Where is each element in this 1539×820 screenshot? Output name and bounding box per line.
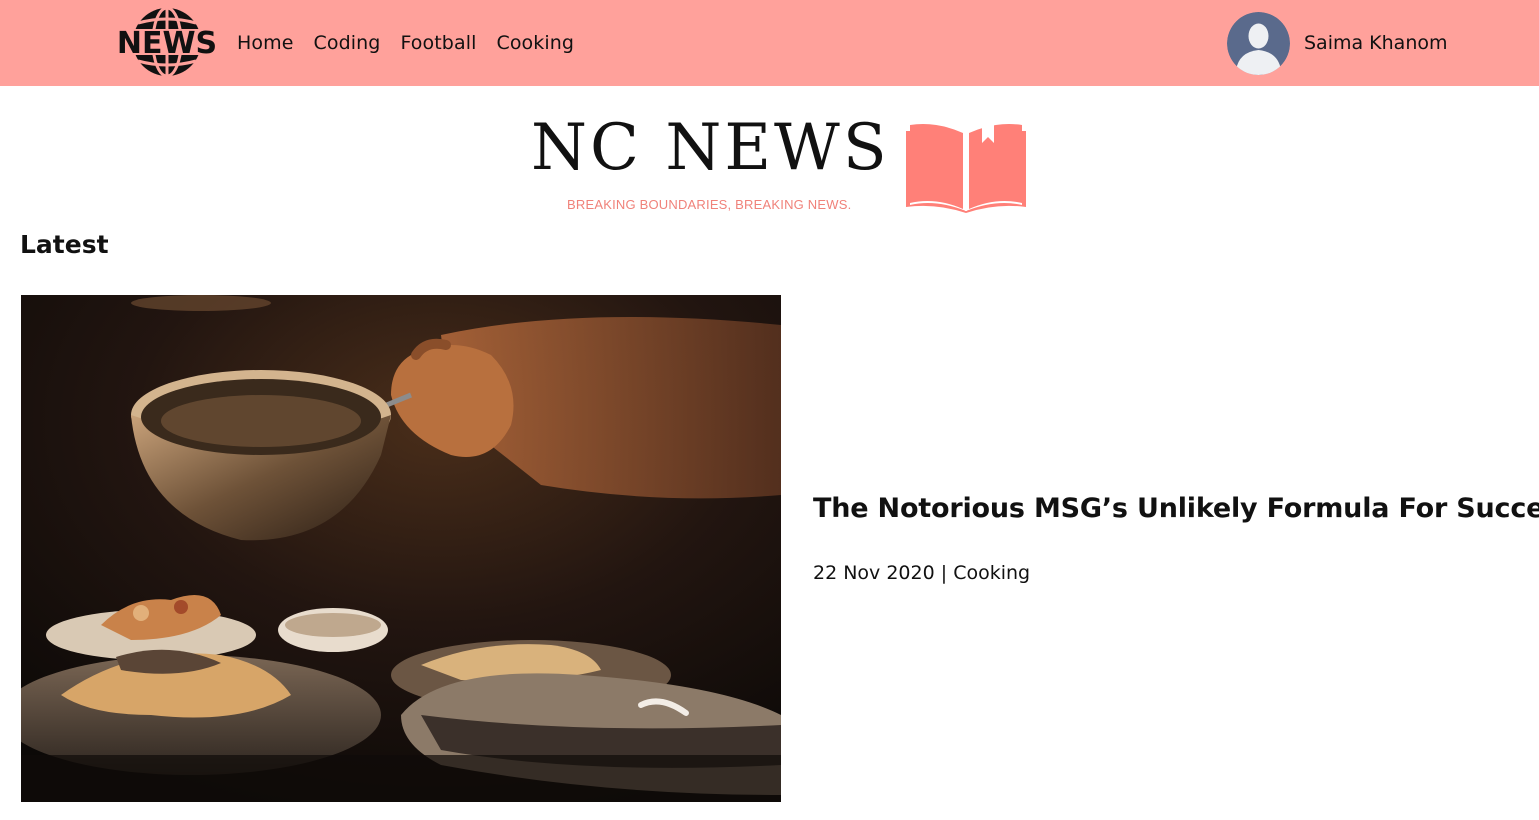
news-logo[interactable]: NEWS [116, 6, 218, 78]
meta-separator: | [940, 562, 948, 584]
open-book-icon [906, 119, 1026, 213]
masthead: NC NEWS BREAKING BOUNDARIES, BREAKING NE… [528, 112, 1028, 216]
article-date: 22 Nov 2020 [813, 562, 935, 584]
article-topic[interactable]: Cooking [953, 562, 1030, 584]
nav-link-football[interactable]: Football [400, 32, 476, 54]
nav-link-cooking[interactable]: Cooking [496, 32, 574, 54]
article-meta: 22 Nov 2020 | Cooking [813, 562, 1030, 584]
user-name: Saima Khanom [1304, 32, 1448, 54]
article-title[interactable]: The Notorious MSG’s Unlikely Formula For… [813, 493, 1539, 524]
top-navbar: NEWS Home Coding Football Cooking Saima … [0, 0, 1539, 86]
logo-text: NEWS [117, 26, 217, 61]
latest-article-card[interactable]: The Notorious MSG’s Unlikely Formula For… [21, 295, 1539, 802]
nav-link-home[interactable]: Home [237, 32, 294, 54]
default-user-avatar-icon[interactable] [1227, 11, 1290, 75]
nav-link-coding[interactable]: Coding [314, 32, 381, 54]
globe-logo-icon: NEWS [116, 6, 218, 78]
user-profile[interactable]: Saima Khanom [1227, 11, 1448, 75]
site-tagline: BREAKING BOUNDARIES, BREAKING NEWS. [567, 197, 852, 212]
latest-heading: Latest [20, 230, 109, 259]
site-title: NC NEWS [531, 111, 890, 185]
main-nav: Home Coding Football Cooking [237, 0, 574, 86]
article-image[interactable] [21, 295, 781, 802]
